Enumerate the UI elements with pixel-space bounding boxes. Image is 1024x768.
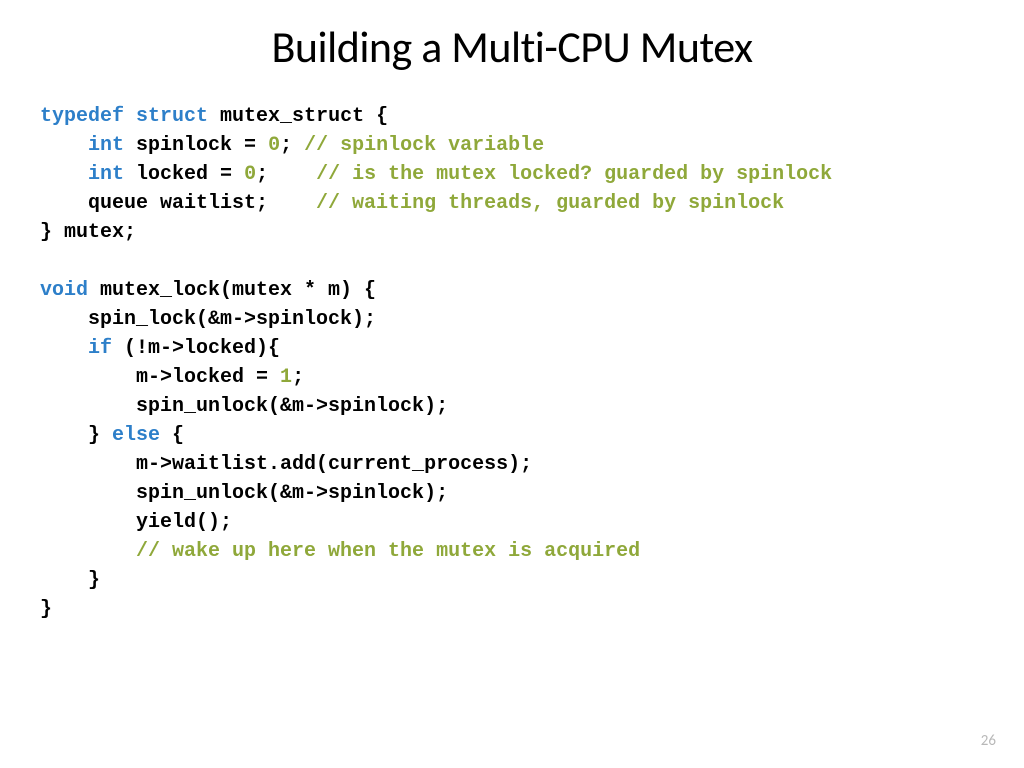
keyword: struct <box>136 105 208 128</box>
code-block: typedef struct mutex_struct { int spinlo… <box>40 102 984 624</box>
page-number: 26 <box>981 732 996 750</box>
code-text <box>40 540 136 563</box>
code-text <box>40 134 88 157</box>
comment: // wake up here when the mutex is acquir… <box>136 540 640 563</box>
code-text <box>40 337 88 360</box>
comment: // waiting threads, guarded by spinlock <box>316 192 784 215</box>
keyword: void <box>40 279 88 302</box>
code-text: queue waitlist; <box>40 192 316 215</box>
keyword: else <box>112 424 160 447</box>
code-text: m->waitlist.add(current_process); <box>40 453 532 476</box>
keyword: if <box>88 337 112 360</box>
slide-container: Building a Multi-CPU Mutex typedef struc… <box>0 0 1024 768</box>
code-text: (!m->locked){ <box>112 337 280 360</box>
code-text: { <box>160 424 184 447</box>
code-text: } mutex; <box>40 221 136 244</box>
number: 0 <box>268 134 280 157</box>
code-text: } <box>40 569 100 592</box>
code-text: mutex_struct { <box>208 105 388 128</box>
comment: // is the mutex locked? guarded by spinl… <box>316 163 832 186</box>
number: 0 <box>244 163 256 186</box>
keyword: typedef <box>40 105 124 128</box>
code-text: spinlock = <box>124 134 268 157</box>
code-text: spin_lock(&m->spinlock); <box>40 308 376 331</box>
comment: // spinlock variable <box>304 134 544 157</box>
code-text: ; <box>256 163 316 186</box>
code-text: } <box>40 424 112 447</box>
code-text: } <box>40 598 52 621</box>
code-text: m->locked = <box>40 366 280 389</box>
keyword: int <box>88 163 124 186</box>
code-text: yield(); <box>40 511 232 534</box>
code-text: spin_unlock(&m->spinlock); <box>40 482 448 505</box>
code-text: ; <box>292 366 304 389</box>
keyword: int <box>88 134 124 157</box>
code-text: mutex_lock(mutex * m) { <box>88 279 376 302</box>
code-text: spin_unlock(&m->spinlock); <box>40 395 448 418</box>
code-text: ; <box>280 134 304 157</box>
slide-title: Building a Multi-CPU Mutex <box>40 20 984 74</box>
code-text <box>40 163 88 186</box>
number: 1 <box>280 366 292 389</box>
code-text: locked = <box>124 163 244 186</box>
